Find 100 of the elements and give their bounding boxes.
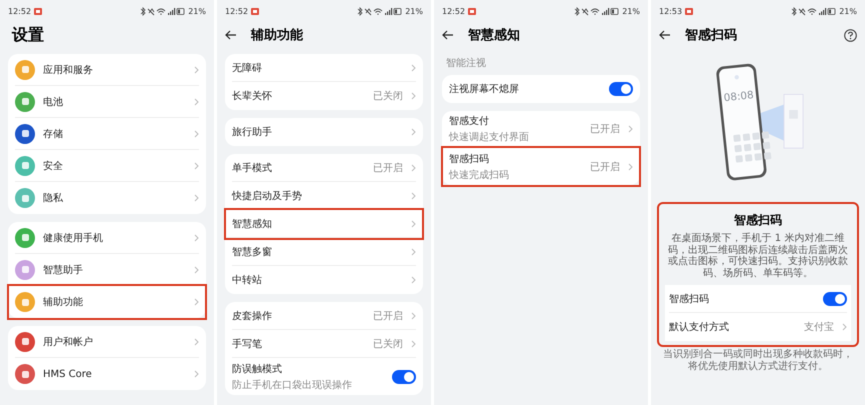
setting-label: 无障碍 bbox=[232, 62, 263, 74]
setting-label: 应用和服务 bbox=[43, 64, 94, 76]
chevron-icon bbox=[194, 194, 199, 202]
chevron-icon bbox=[194, 130, 199, 138]
chevron-icon bbox=[411, 164, 416, 172]
chevron-icon bbox=[628, 125, 633, 133]
setting-row[interactable]: 智慧多窗 bbox=[232, 238, 416, 266]
setting-row[interactable]: 电池 bbox=[15, 86, 199, 118]
setting-label: 智慧多窗 bbox=[232, 246, 273, 258]
setting-row[interactable]: 隐私 bbox=[15, 182, 199, 214]
help-icon[interactable] bbox=[844, 28, 857, 42]
setting-description: 快速调起支付界面 bbox=[449, 130, 530, 144]
setting-row[interactable]: 默认支付方式 支付宝 bbox=[669, 313, 847, 341]
status-value: 已开启 bbox=[590, 122, 620, 136]
setting-label: 安全 bbox=[43, 160, 64, 172]
setting-label: 长辈关怀 bbox=[232, 90, 273, 103]
toggle-switch[interactable] bbox=[392, 370, 416, 384]
setting-row[interactable]: 旅行助手 bbox=[232, 118, 416, 146]
chevron-icon bbox=[411, 192, 416, 200]
chevron-icon bbox=[194, 266, 199, 274]
chevron-icon bbox=[411, 340, 416, 348]
setting-label: 中转站 bbox=[232, 274, 263, 287]
setting-label: 电池 bbox=[43, 96, 64, 108]
setting-label: 隐私 bbox=[43, 192, 64, 205]
status-icons bbox=[573, 6, 620, 16]
setting-row[interactable]: 安全 bbox=[15, 150, 199, 182]
setting-label: 防误触模式 bbox=[232, 362, 283, 376]
setting-label: 智感扫码 bbox=[449, 152, 490, 166]
status-time: 12:53 bbox=[659, 6, 682, 16]
clock-text: 08:08 bbox=[723, 89, 754, 104]
setting-description: 快速完成扫码 bbox=[449, 168, 510, 182]
app-notification-icon bbox=[34, 8, 42, 14]
setting-label: 快捷启动及手势 bbox=[232, 190, 303, 202]
back-arrow-icon[interactable] bbox=[225, 30, 237, 40]
chevron-icon bbox=[411, 128, 416, 136]
chevron-icon bbox=[194, 234, 199, 242]
chevron-icon bbox=[842, 323, 847, 331]
status-value: 已关闭 bbox=[373, 338, 403, 350]
page-title: 智感扫码 bbox=[685, 27, 738, 44]
status-value: 已关闭 bbox=[373, 90, 403, 103]
page-title: 智慧感知 bbox=[468, 27, 521, 44]
page-title: 辅助功能 bbox=[251, 27, 304, 44]
setting-row[interactable]: 快捷启动及手势 bbox=[232, 182, 416, 210]
setting-row[interactable]: 防误触模式 防止手机在口袋出现误操作 bbox=[232, 358, 416, 395]
status-icons bbox=[356, 6, 402, 16]
chevron-icon bbox=[628, 162, 633, 170]
feature-description: 在桌面场景下，手机于 1 米内对准二维码，出现二维码图标后连续敲击后盖两次或点击图标，可快速扫码。支持识别收款码、场所码、单车码等。 bbox=[667, 233, 849, 279]
setting-row[interactable]: 单手模式 已开启 bbox=[232, 154, 416, 182]
setting-row[interactable]: 智慧助手 bbox=[15, 254, 199, 286]
setting-label: 手写笔 bbox=[232, 338, 263, 350]
feature-title: 智感扫码 bbox=[733, 212, 783, 229]
toggle-switch[interactable] bbox=[609, 82, 633, 96]
setting-label: 智慧助手 bbox=[43, 264, 84, 276]
status-time: 12:52 bbox=[8, 6, 32, 16]
setting-row[interactable]: 皮套操作 已开启 bbox=[232, 302, 416, 330]
status-value: 已开启 bbox=[373, 162, 403, 174]
page-title: 设置 bbox=[10, 24, 45, 46]
setting-row[interactable]: 存储 bbox=[15, 118, 199, 150]
back-arrow-icon[interactable] bbox=[659, 30, 671, 40]
setting-label: 存储 bbox=[43, 128, 64, 140]
setting-row[interactable]: 智感扫码 bbox=[669, 285, 847, 313]
setting-label: 健康使用手机 bbox=[43, 232, 104, 244]
status-icons bbox=[790, 6, 836, 16]
setting-label: 皮套操作 bbox=[232, 310, 273, 322]
chevron-icon bbox=[411, 248, 416, 256]
highlighted-setting-row[interactable]: 辅助功能 bbox=[9, 286, 205, 318]
toggle-switch[interactable] bbox=[823, 292, 847, 306]
setting-label: 旅行助手 bbox=[232, 126, 273, 139]
setting-row[interactable]: 长辈关怀 已关闭 bbox=[232, 82, 416, 110]
footnote: 当识别到合一码或同时出现多种收款码时，将优先使用默认方式进行支付。 bbox=[662, 349, 854, 372]
setting-row[interactable]: 应用和服务 bbox=[15, 54, 199, 86]
status-value: 支付宝 bbox=[804, 320, 834, 334]
highlighted-setting-row[interactable]: 智感扫码 快速完成扫码 已开启 bbox=[443, 148, 639, 185]
chevron-icon bbox=[411, 312, 416, 320]
setting-label: 智感支付 bbox=[449, 114, 490, 128]
setting-row[interactable]: 手写笔 已关闭 bbox=[232, 330, 416, 358]
setting-label: 辅助功能 bbox=[43, 296, 84, 309]
setting-row[interactable]: 用户和帐户 bbox=[15, 326, 199, 358]
setting-label: 单手模式 bbox=[232, 162, 273, 174]
setting-label: 默认支付方式 bbox=[669, 320, 730, 334]
highlighted-setting-row[interactable]: 智慧感知 bbox=[226, 210, 422, 238]
setting-row[interactable]: HMS Core bbox=[15, 358, 199, 390]
setting-row[interactable]: 中转站 bbox=[232, 266, 416, 294]
setting-row[interactable]: 智感支付 快速调起支付界面 已开启 bbox=[449, 111, 633, 148]
setting-row[interactable]: 健康使用手机 bbox=[15, 222, 199, 254]
setting-description: 防止手机在口袋出现误操作 bbox=[232, 378, 353, 392]
chevron-icon bbox=[411, 220, 416, 228]
app-notification-icon bbox=[251, 8, 260, 14]
back-arrow-icon[interactable] bbox=[442, 30, 454, 40]
setting-label: 智慧感知 bbox=[232, 218, 273, 230]
battery-percent: 21% bbox=[622, 6, 640, 16]
chevron-icon bbox=[411, 276, 416, 284]
setting-row[interactable]: 无障碍 bbox=[232, 54, 416, 82]
status-time: 12:52 bbox=[442, 6, 466, 16]
chevron-icon bbox=[411, 64, 416, 72]
setting-row[interactable]: 注视屏幕不熄屏 bbox=[449, 75, 633, 103]
chevron-icon bbox=[194, 98, 199, 106]
section-caption: 智能注视 bbox=[446, 56, 487, 70]
status-value: 已开启 bbox=[590, 160, 620, 174]
chevron-icon bbox=[411, 92, 416, 100]
